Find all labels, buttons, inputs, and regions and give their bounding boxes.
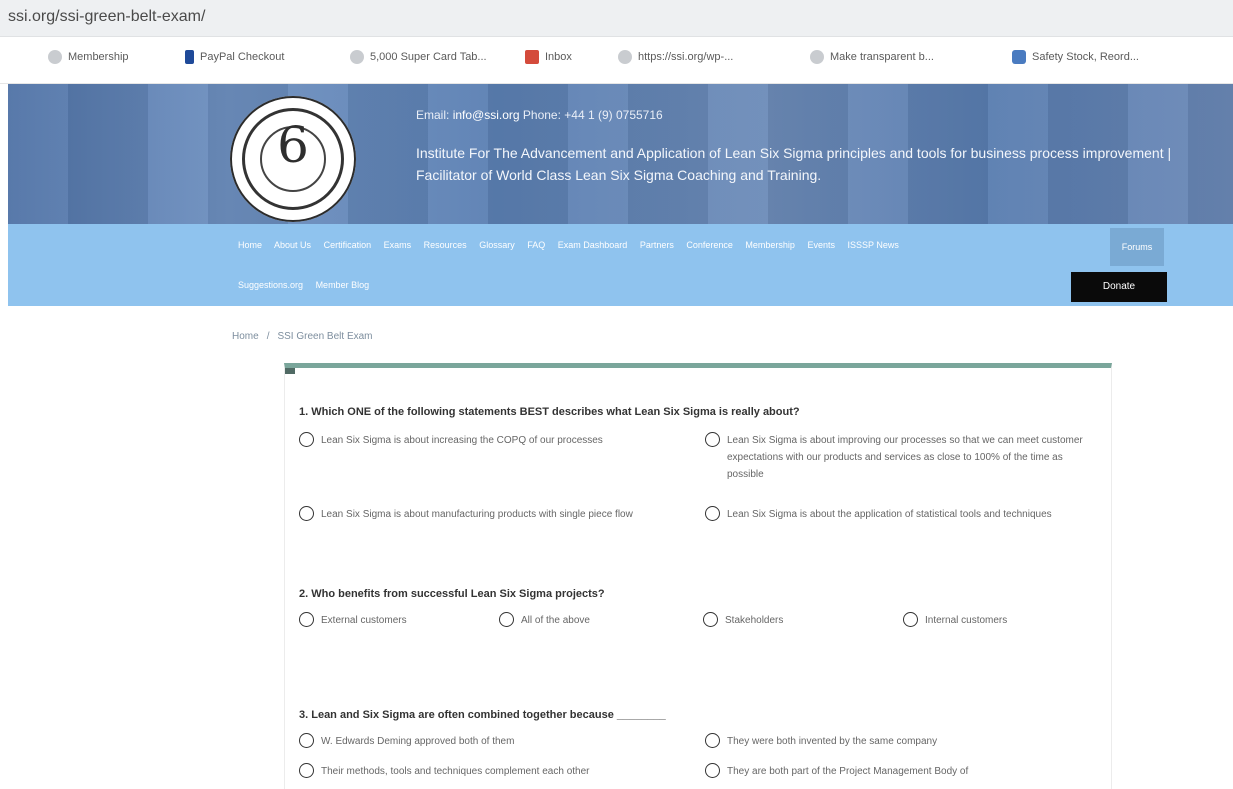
nav-row-primary: Home About Us Certification Exams Resour… xyxy=(238,240,909,250)
radio-button[interactable] xyxy=(703,612,718,627)
radio-button[interactable] xyxy=(299,733,314,748)
globe-icon xyxy=(618,50,632,64)
phone-link[interactable]: +44 1 (9) 0755716 xyxy=(564,108,662,122)
radio-button[interactable] xyxy=(299,612,314,627)
nav-glossary[interactable]: Glossary xyxy=(479,240,515,250)
question-3: 3. Lean and Six Sigma are often combined… xyxy=(299,709,666,721)
logo-glyph: 6 xyxy=(277,116,309,174)
radio-button[interactable] xyxy=(299,506,314,521)
gmail-icon xyxy=(525,50,539,64)
bookmark-membership[interactable]: Membership xyxy=(48,50,129,64)
breadcrumb-home[interactable]: Home xyxy=(232,331,259,342)
breadcrumb-current: SSI Green Belt Exam xyxy=(277,331,373,342)
nav-faq[interactable]: FAQ xyxy=(527,240,545,250)
bookmark-inbox[interactable]: Inbox xyxy=(525,50,572,64)
bookmark-supercard[interactable]: 5,000 Super Card Tab... xyxy=(350,50,487,64)
url-text[interactable]: ssi.org/ssi-green-belt-exam/ xyxy=(8,8,205,26)
nav-member-blog[interactable]: Member Blog xyxy=(316,280,370,290)
question-2: 2. Who benefits from successful Lean Six… xyxy=(299,588,605,600)
question-1: 1. Which ONE of the following statements… xyxy=(299,406,800,418)
nav-resources[interactable]: Resources xyxy=(424,240,467,250)
nav-exam-dashboard[interactable]: Exam Dashboard xyxy=(558,240,628,250)
nav-membership[interactable]: Membership xyxy=(745,240,795,250)
bookmark-paypal[interactable]: PayPal Checkout xyxy=(185,50,284,64)
radio-button[interactable] xyxy=(299,763,314,778)
bookmark-ssi-wp[interactable]: https://ssi.org/wp-... xyxy=(618,50,733,64)
site-tagline: Institute For The Advancement and Applic… xyxy=(416,145,1172,183)
donate-button[interactable]: Donate xyxy=(1071,272,1167,302)
radio-button[interactable] xyxy=(499,612,514,627)
site-banner: 6 Email: info@ssi.org Phone: +44 1 (9) 0… xyxy=(8,84,1233,224)
nav-events[interactable]: Events xyxy=(807,240,835,250)
ssi-logo[interactable]: 6 xyxy=(230,96,356,222)
quiz-form: 1. Which ONE of the following statements… xyxy=(284,363,1112,789)
radio-button[interactable] xyxy=(299,432,314,447)
nav-certification[interactable]: Certification xyxy=(324,240,372,250)
nav-home[interactable]: Home xyxy=(238,240,262,250)
nav-suggestions[interactable]: Suggestions.org xyxy=(238,280,303,290)
globe-icon xyxy=(350,50,364,64)
email-link[interactable]: info@ssi.org xyxy=(453,108,520,122)
globe-icon xyxy=(810,50,824,64)
nav-isssp-news[interactable]: ISSSP News xyxy=(847,240,898,250)
bookmark-make-transparent[interactable]: Make transparent b... xyxy=(810,50,934,64)
nav-conference[interactable]: Conference xyxy=(686,240,733,250)
radio-button[interactable] xyxy=(705,506,720,521)
nav-about[interactable]: About Us xyxy=(274,240,311,250)
spreadsheet-icon xyxy=(1012,50,1026,64)
radio-button[interactable] xyxy=(705,763,720,778)
contact-line: Email: info@ssi.org Phone: +44 1 (9) 075… xyxy=(416,108,663,122)
nav-partners[interactable]: Partners xyxy=(640,240,674,250)
bookmark-safety-stock[interactable]: Safety Stock, Reord... xyxy=(1012,50,1139,64)
main-nav: Home About Us Certification Exams Resour… xyxy=(8,224,1233,306)
radio-button[interactable] xyxy=(705,432,720,447)
breadcrumb: Home / SSI Green Belt Exam xyxy=(232,331,373,342)
paypal-icon xyxy=(185,50,194,64)
nav-forums-active[interactable]: Forums xyxy=(1110,228,1164,266)
nav-exams[interactable]: Exams xyxy=(384,240,412,250)
radio-button[interactable] xyxy=(705,733,720,748)
nav-row-secondary: Suggestions.org Member Blog xyxy=(238,280,379,290)
globe-icon xyxy=(48,50,62,64)
browser-url-bar[interactable]: ssi.org/ssi-green-belt-exam/ xyxy=(0,0,1233,37)
bookmarks-bar: Membership PayPal Checkout 5,000 Super C… xyxy=(0,37,1233,84)
radio-button[interactable] xyxy=(903,612,918,627)
